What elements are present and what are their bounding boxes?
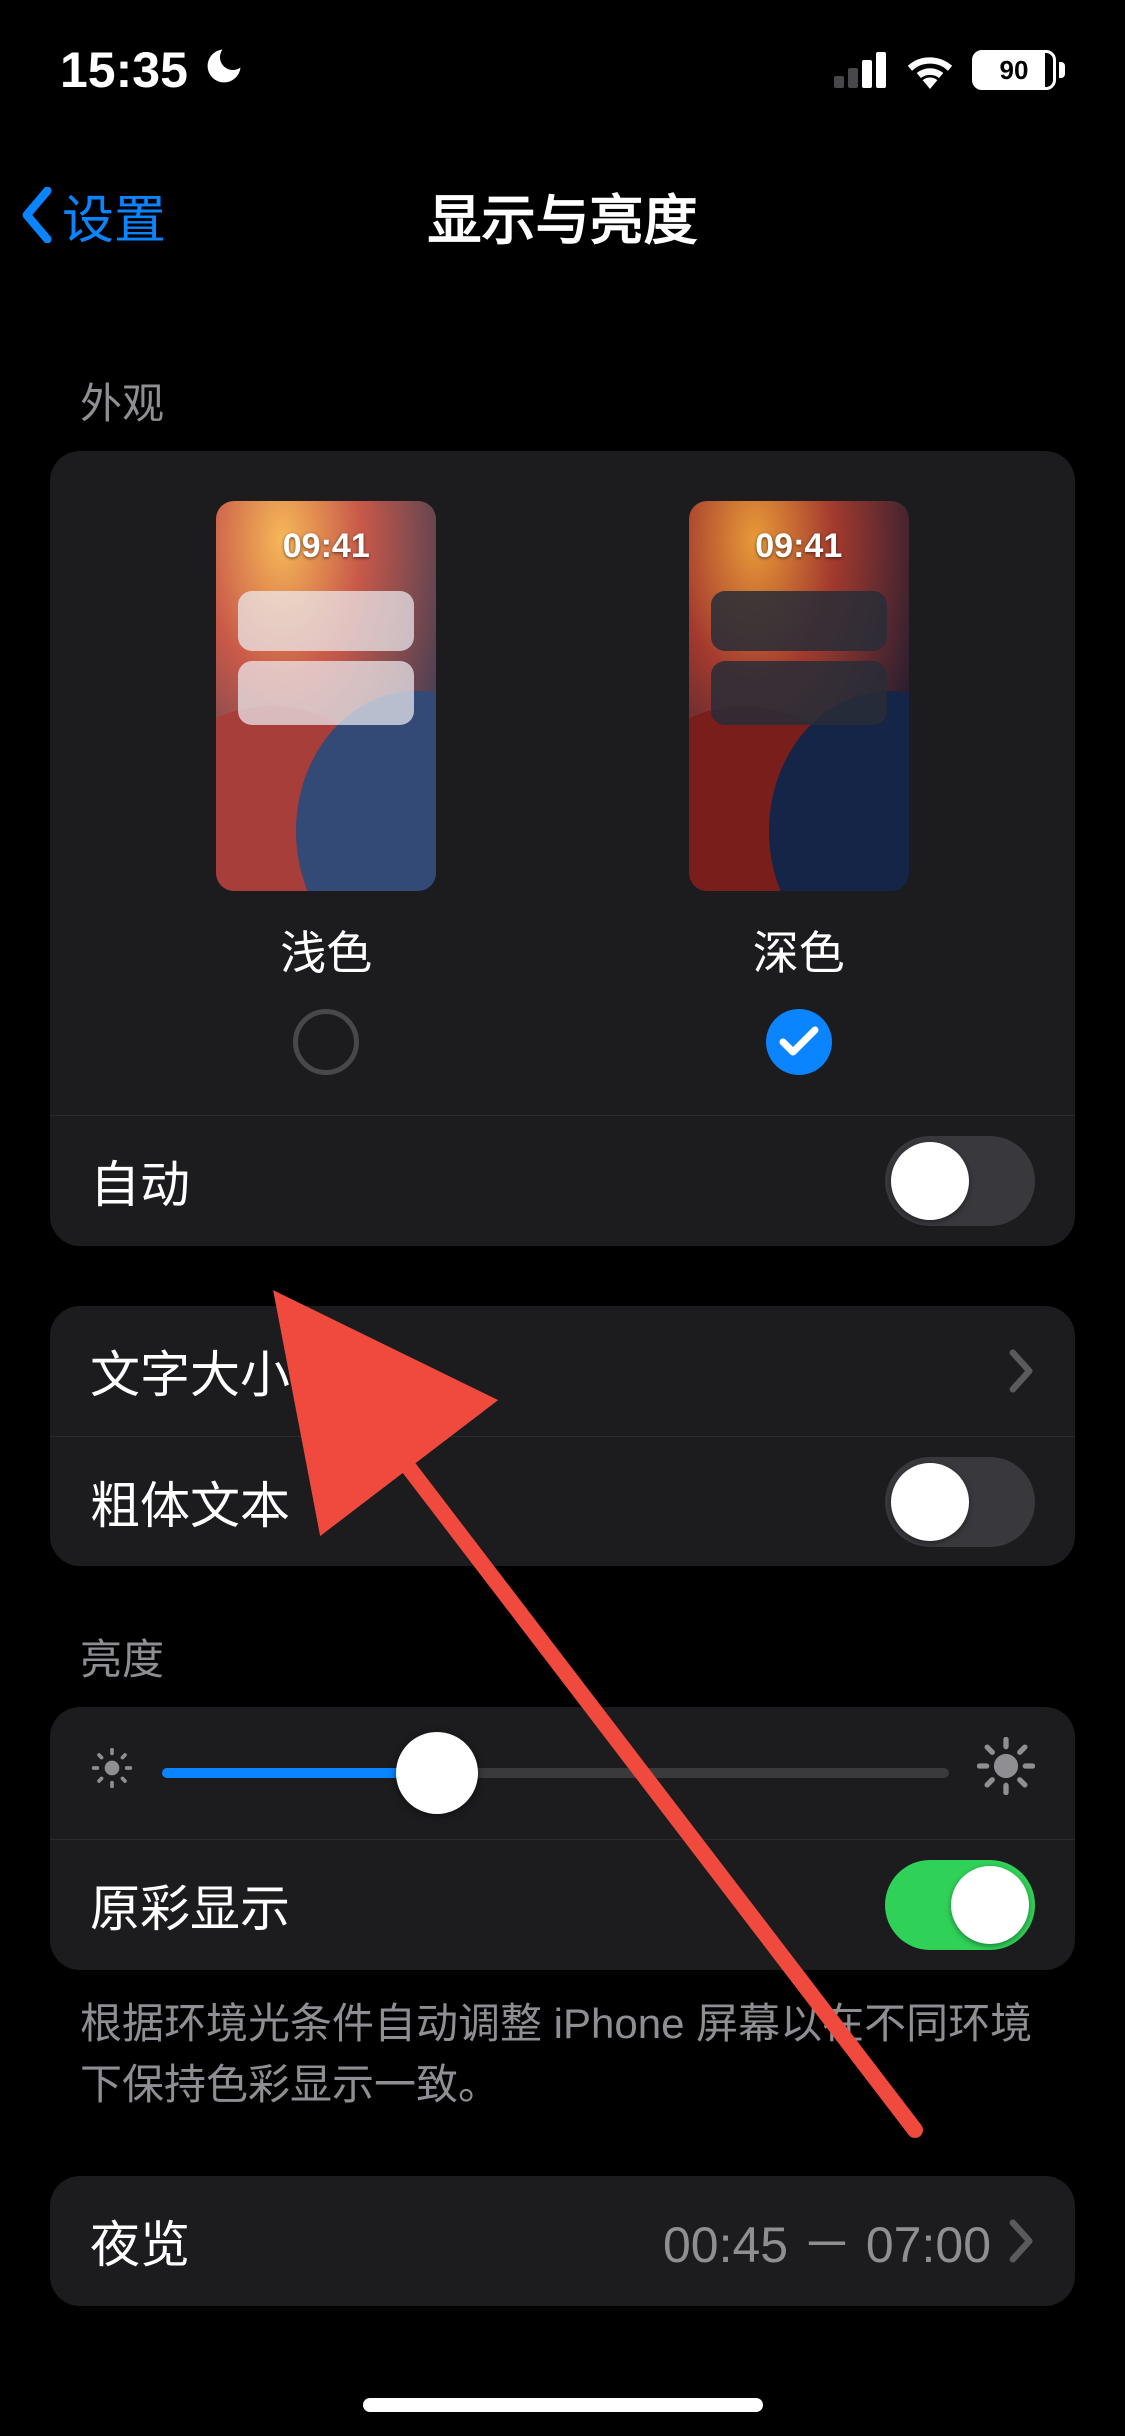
status-bar: 15:35 90	[0, 0, 1125, 140]
bold-text-row: 粗体文本	[50, 1436, 1075, 1566]
night-shift-detail: 00:45 － 07:00	[663, 2205, 1035, 2277]
brightness-slider-row	[50, 1707, 1075, 1840]
appearance-option-light[interactable]: 09:41 浅色	[216, 501, 436, 1075]
auto-appearance-row: 自动	[50, 1116, 1075, 1246]
brightness-header: 亮度	[80, 1626, 1075, 1687]
bold-text-toggle[interactable]	[885, 1457, 1035, 1547]
brightness-slider[interactable]	[162, 1768, 949, 1778]
auto-appearance-toggle[interactable]	[885, 1136, 1035, 1226]
status-right: 90	[834, 50, 1065, 90]
brightness-group: 原彩显示	[50, 1707, 1075, 1970]
auto-label: 自动	[90, 1145, 190, 1217]
nav-bar: 设置 显示与亮度	[0, 150, 1125, 280]
night-shift-label: 夜览	[90, 2205, 190, 2277]
bold-text-label: 粗体文本	[90, 1466, 290, 1538]
sun-max-icon	[977, 1737, 1035, 1809]
light-radio[interactable]	[293, 1009, 359, 1075]
chevron-right-icon	[1009, 2219, 1035, 2263]
text-size-label: 文字大小	[90, 1335, 290, 1407]
cellular-signal-icon	[834, 52, 888, 88]
text-group: 文字大小 粗体文本	[50, 1306, 1075, 1566]
page-title: 显示与亮度	[428, 176, 698, 255]
dark-preview: 09:41	[689, 501, 909, 891]
battery-icon: 90	[972, 50, 1065, 90]
dark-label: 深色	[753, 917, 845, 983]
night-shift-schedule: 00:45 － 07:00	[663, 2205, 991, 2277]
back-label: 设置	[62, 178, 166, 253]
light-preview: 09:41	[216, 501, 436, 891]
content-scroll[interactable]: 外观 09:41	[0, 310, 1125, 2436]
true-tone-row: 原彩显示	[50, 1840, 1075, 1970]
dark-preview-time: 09:41	[689, 527, 909, 566]
dark-radio[interactable]	[766, 1009, 832, 1075]
status-left: 15:35	[60, 41, 246, 99]
true-tone-label: 原彩显示	[90, 1869, 290, 1941]
back-button[interactable]: 设置	[20, 178, 166, 253]
chevron-right-icon	[1009, 1349, 1035, 1393]
light-label: 浅色	[280, 917, 372, 983]
text-size-row[interactable]: 文字大小	[50, 1306, 1075, 1436]
home-indicator	[363, 2398, 763, 2412]
appearance-option-dark[interactable]: 09:41 深色	[689, 501, 909, 1075]
appearance-selector: 09:41 浅色	[50, 451, 1075, 1116]
true-tone-toggle[interactable]	[885, 1860, 1035, 1950]
do-not-disturb-icon	[202, 44, 246, 96]
wifi-icon	[904, 51, 956, 89]
appearance-header: 外观	[80, 370, 1075, 431]
night-shift-row[interactable]: 夜览 00:45 － 07:00	[50, 2176, 1075, 2306]
true-tone-footer: 根据环境光条件自动调整 iPhone 屏幕以在不同环境下保持色彩显示一致。	[80, 1994, 1045, 2116]
sun-min-icon	[90, 1746, 134, 1801]
night-shift-group: 夜览 00:45 － 07:00	[50, 2176, 1075, 2306]
appearance-group: 09:41 浅色	[50, 451, 1075, 1246]
status-time: 15:35	[60, 41, 188, 99]
battery-level: 90	[972, 50, 1056, 90]
light-preview-time: 09:41	[216, 527, 436, 566]
